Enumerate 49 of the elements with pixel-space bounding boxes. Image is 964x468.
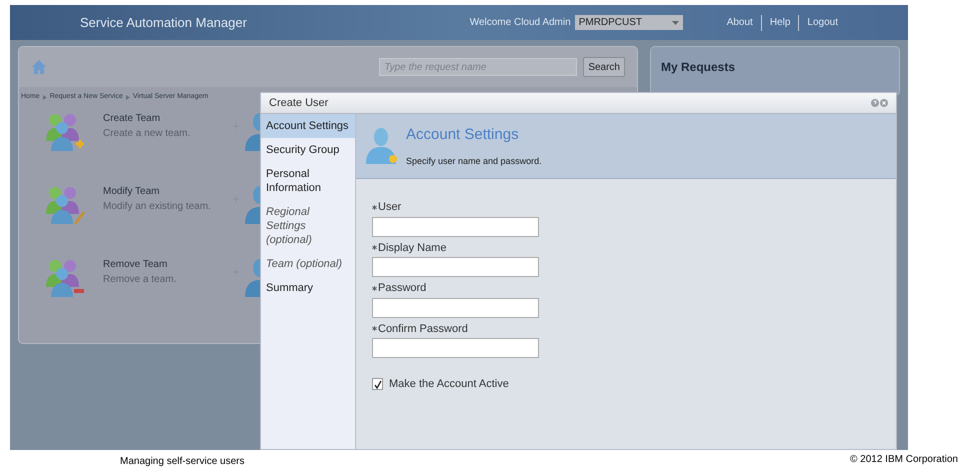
field-label: Display Name	[378, 240, 446, 256]
checkbox[interactable]	[372, 378, 383, 390]
panel-title: My Requests	[661, 60, 736, 74]
step-item[interactable]: Security Group	[261, 138, 355, 162]
slide-caption: Managing self-service users	[120, 455, 244, 468]
section-title: Account Settings	[406, 125, 520, 145]
caret-icon	[672, 20, 679, 24]
field-label: User	[378, 200, 402, 215]
field-label: Confirm Password	[378, 322, 468, 336]
header-link[interactable]: About	[726, 15, 753, 30]
section-subtitle: Specify user name and password.	[406, 154, 542, 168]
check-icon	[374, 380, 382, 389]
person-icon	[245, 257, 260, 299]
input-field[interactable]	[372, 216, 539, 236]
input-field[interactable]	[372, 338, 539, 358]
step-item[interactable]: Regional Settings (optional)	[261, 200, 355, 252]
input-field[interactable]	[372, 298, 539, 318]
team-icon	[45, 111, 85, 153]
step-item[interactable]: Personal Information	[261, 162, 355, 200]
user-icon	[364, 126, 400, 166]
offering-title[interactable]: Modify Team	[103, 184, 233, 199]
input-field[interactable]	[372, 257, 539, 277]
chevron-icon	[126, 94, 130, 100]
offering-description: Remove a team.	[103, 273, 178, 287]
search-button[interactable]: Search	[583, 57, 625, 77]
copyright-text: © 2012 IBM Corporation	[850, 453, 958, 467]
header-link[interactable]: Help	[770, 15, 790, 30]
team-icon	[45, 257, 85, 299]
welcome-text: Welcome Cloud Admin	[470, 16, 571, 30]
step-item[interactable]: Team (optional)	[261, 252, 355, 276]
dialog-title: Create User	[269, 96, 328, 111]
chevron-icon	[42, 94, 47, 100]
offering-description: Create a new team.	[103, 127, 192, 141]
header-link[interactable]: Logout	[807, 15, 838, 30]
offering-title[interactable]: Remove Team	[103, 257, 233, 272]
person-icon	[245, 111, 260, 153]
close-icon[interactable]	[880, 99, 888, 107]
offering-description: Modify an existing team.	[103, 200, 212, 214]
field-label: Password	[378, 281, 426, 296]
step-item[interactable]: Summary	[261, 276, 355, 300]
help-icon[interactable]	[871, 99, 879, 107]
team-icon	[45, 184, 85, 226]
home-icon[interactable]	[31, 59, 47, 75]
person-icon	[245, 184, 260, 226]
offering-title[interactable]: Create Team	[103, 111, 233, 126]
step-item[interactable]: Account Settings	[261, 114, 355, 138]
app-title: Service Automation Manager	[80, 14, 247, 32]
account-select[interactable]: PMRDPCUST	[574, 15, 683, 30]
checkbox-label: Make the Account Active	[389, 377, 509, 392]
